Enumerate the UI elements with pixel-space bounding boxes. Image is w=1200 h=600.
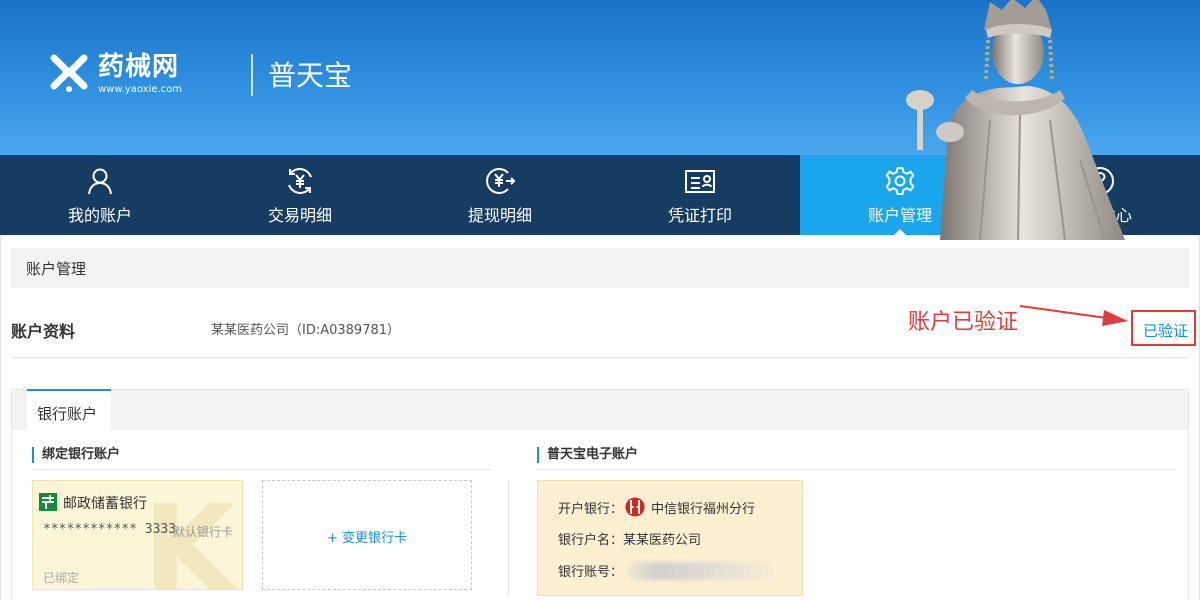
bank-card[interactable]: K 邮政储蓄银行 ************ 3333 默认银行卡 已绑定 xyxy=(32,480,243,590)
nav-item-my-account[interactable]: 我的账户 xyxy=(0,155,200,235)
bound-accounts-title: 绑定银行账户 xyxy=(32,447,120,463)
divider xyxy=(537,469,1177,470)
id-card-icon xyxy=(685,170,715,193)
nav-item-voucher-print[interactable]: 凭证打印 xyxy=(600,155,800,235)
e-number-label: 银行账号： xyxy=(558,565,624,580)
section-header: 账户管理 xyxy=(11,248,1189,288)
logo-divider xyxy=(251,54,253,96)
section-title: 账户管理 xyxy=(26,260,87,278)
e-number-row: 银行账号： xyxy=(558,561,778,580)
nav-label: 凭证打印 xyxy=(667,206,732,225)
profile-label: 账户资料 xyxy=(11,322,76,341)
nav-label: 提现明细 xyxy=(467,206,532,225)
annotation-text: 账户已验证 xyxy=(908,310,1019,335)
card-status: 已绑定 xyxy=(43,571,80,585)
profile-value: 某某医药公司（ID:A0389781） xyxy=(211,323,401,338)
statue-decoration xyxy=(906,0,1125,240)
change-card-button[interactable]: + 变更银行卡 xyxy=(262,480,472,590)
site-title: 普天宝 xyxy=(268,59,353,92)
bank-tab-bar xyxy=(12,390,1188,430)
verified-link[interactable]: 已验证 xyxy=(1143,320,1188,341)
card-number: ************ 3333 xyxy=(43,522,177,537)
e-account-card: 开户银行： 中信银行福州分行 银行户名： 某某医药公司 银行账号： xyxy=(537,480,803,596)
e-account-title: 普天宝电子账户 xyxy=(537,447,638,463)
user-icon xyxy=(88,168,112,195)
tab-bank-accounts[interactable]: 银行账户 xyxy=(27,389,111,431)
nav-label: 我的账户 xyxy=(67,206,132,225)
site-logo[interactable]: 药械网 www.yaoxie.com xyxy=(48,52,182,96)
divider xyxy=(32,469,492,470)
card-bank-name: 邮政储蓄银行 xyxy=(63,496,147,512)
yen-withdraw-icon xyxy=(486,168,516,194)
nav-label: 交易明细 xyxy=(267,206,332,225)
e-name-row: 银行户名： 某某医药公司 xyxy=(558,529,701,548)
divider xyxy=(11,357,1189,358)
nav-item-transactions[interactable]: 交易明细 xyxy=(200,155,400,235)
logo-x-icon xyxy=(50,54,88,92)
default-card-tag: 默认银行卡 xyxy=(173,525,234,539)
e-bank-label: 开户银行： xyxy=(558,501,624,517)
tab-label: 银行账户 xyxy=(37,405,98,423)
account-number-redacted xyxy=(627,561,778,580)
logo-url: www.yaoxie.com xyxy=(98,84,183,95)
e-name-value: 某某医药公司 xyxy=(623,533,702,548)
citic-bank-logo-icon xyxy=(625,497,645,517)
annotation-arrow-icon xyxy=(1019,305,1128,326)
vertical-divider xyxy=(508,480,509,595)
e-name-label: 银行户名： xyxy=(558,533,624,548)
logo-name: 药械网 xyxy=(98,52,180,82)
postal-bank-logo-icon xyxy=(39,493,57,511)
change-card-label: + 变更银行卡 xyxy=(326,531,408,546)
e-bank-row: 开户银行： 中信银行福州分行 xyxy=(558,497,755,517)
nav-item-withdrawals[interactable]: 提现明细 xyxy=(400,155,600,235)
e-bank-value: 中信银行福州分行 xyxy=(651,501,756,517)
yen-cycle-icon xyxy=(288,168,312,194)
card-watermark-icon: K xyxy=(143,481,236,590)
